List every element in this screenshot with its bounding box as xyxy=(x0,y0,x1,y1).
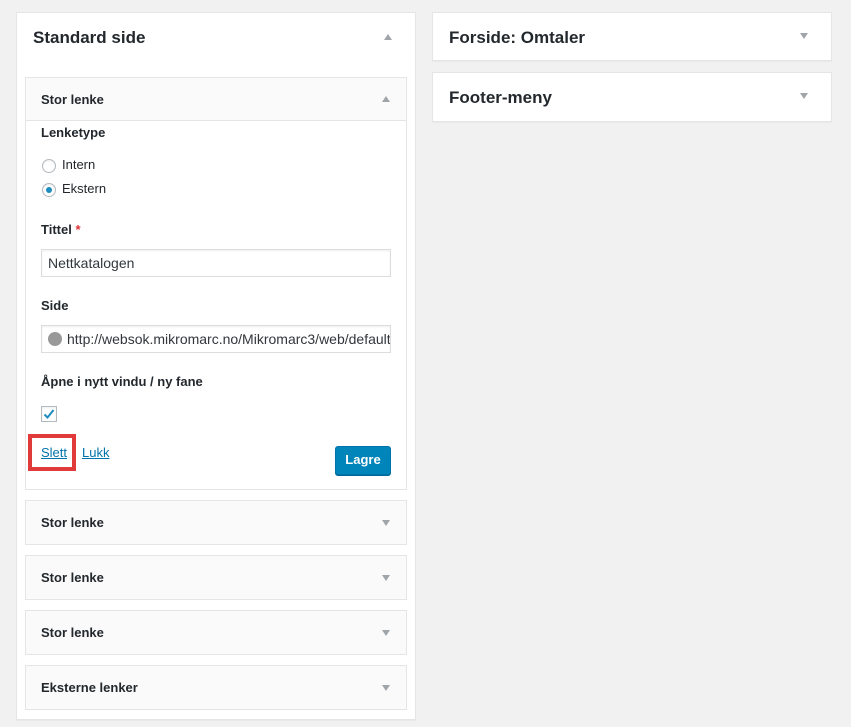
item-title: Stor lenke xyxy=(41,92,104,107)
collapsed-external-links-item[interactable]: Eksterne lenker xyxy=(25,665,407,710)
panel-title: Footer-meny xyxy=(449,88,552,107)
collapsed-link-item[interactable]: Stor lenke xyxy=(25,555,407,600)
link-type-label: Lenketype xyxy=(41,125,106,140)
required-marker: * xyxy=(75,222,81,237)
radio-intern-label[interactable]: Intern xyxy=(62,157,95,172)
panel-title: Standard side xyxy=(33,28,146,47)
page-url-input[interactable]: http://websok.mikromarc.no/Mikromarc3/we… xyxy=(41,325,391,353)
item-title: Stor lenke xyxy=(41,625,104,640)
forside-omtaler-panel[interactable]: Forside: Omtaler xyxy=(432,12,832,61)
radio-intern[interactable] xyxy=(42,159,56,173)
item-body: Lenketype Intern Ekstern Tittel * Nettka… xyxy=(26,121,406,489)
expand-arrow-icon[interactable] xyxy=(382,630,390,636)
close-link[interactable]: Lukk xyxy=(82,445,109,460)
title-input[interactable]: Nettkatalogen xyxy=(41,249,391,277)
radio-ekstern[interactable] xyxy=(42,183,56,197)
panel-title: Forside: Omtaler xyxy=(449,28,586,47)
expand-arrow-icon[interactable] xyxy=(382,575,390,581)
footer-meny-panel[interactable]: Footer-meny xyxy=(432,72,832,122)
collapse-arrow-icon[interactable] xyxy=(384,34,392,40)
new-window-label: Åpne i nytt vindu / ny fane xyxy=(41,374,203,389)
delete-link[interactable]: Slett xyxy=(41,445,67,460)
expand-arrow-icon[interactable] xyxy=(382,520,390,526)
expand-arrow-icon[interactable] xyxy=(800,93,808,99)
title-field-label: Tittel * xyxy=(41,222,81,237)
expanded-link-item: Stor lenke Lenketype Intern Ekstern Titt… xyxy=(25,77,407,490)
page-field-label: Side xyxy=(41,298,69,313)
radio-selected-dot xyxy=(46,187,52,193)
expand-arrow-icon[interactable] xyxy=(800,33,808,39)
globe-icon xyxy=(48,332,62,346)
save-button[interactable]: Lagre xyxy=(335,446,391,475)
collapsed-link-item[interactable]: Stor lenke xyxy=(25,500,407,545)
expand-arrow-icon[interactable] xyxy=(382,685,390,691)
collapse-arrow-icon[interactable] xyxy=(382,96,390,102)
item-title: Stor lenke xyxy=(41,570,104,585)
checkmark-icon xyxy=(43,409,55,419)
item-title: Stor lenke xyxy=(41,515,104,530)
radio-ekstern-label[interactable]: Ekstern xyxy=(62,181,106,196)
item-header[interactable]: Stor lenke xyxy=(26,78,406,121)
page-url-text: http://websok.mikromarc.no/Mikromarc3/we… xyxy=(67,331,391,347)
collapsed-link-item[interactable]: Stor lenke xyxy=(25,610,407,655)
new-window-checkbox[interactable] xyxy=(41,406,57,422)
item-title: Eksterne lenker xyxy=(41,680,138,695)
